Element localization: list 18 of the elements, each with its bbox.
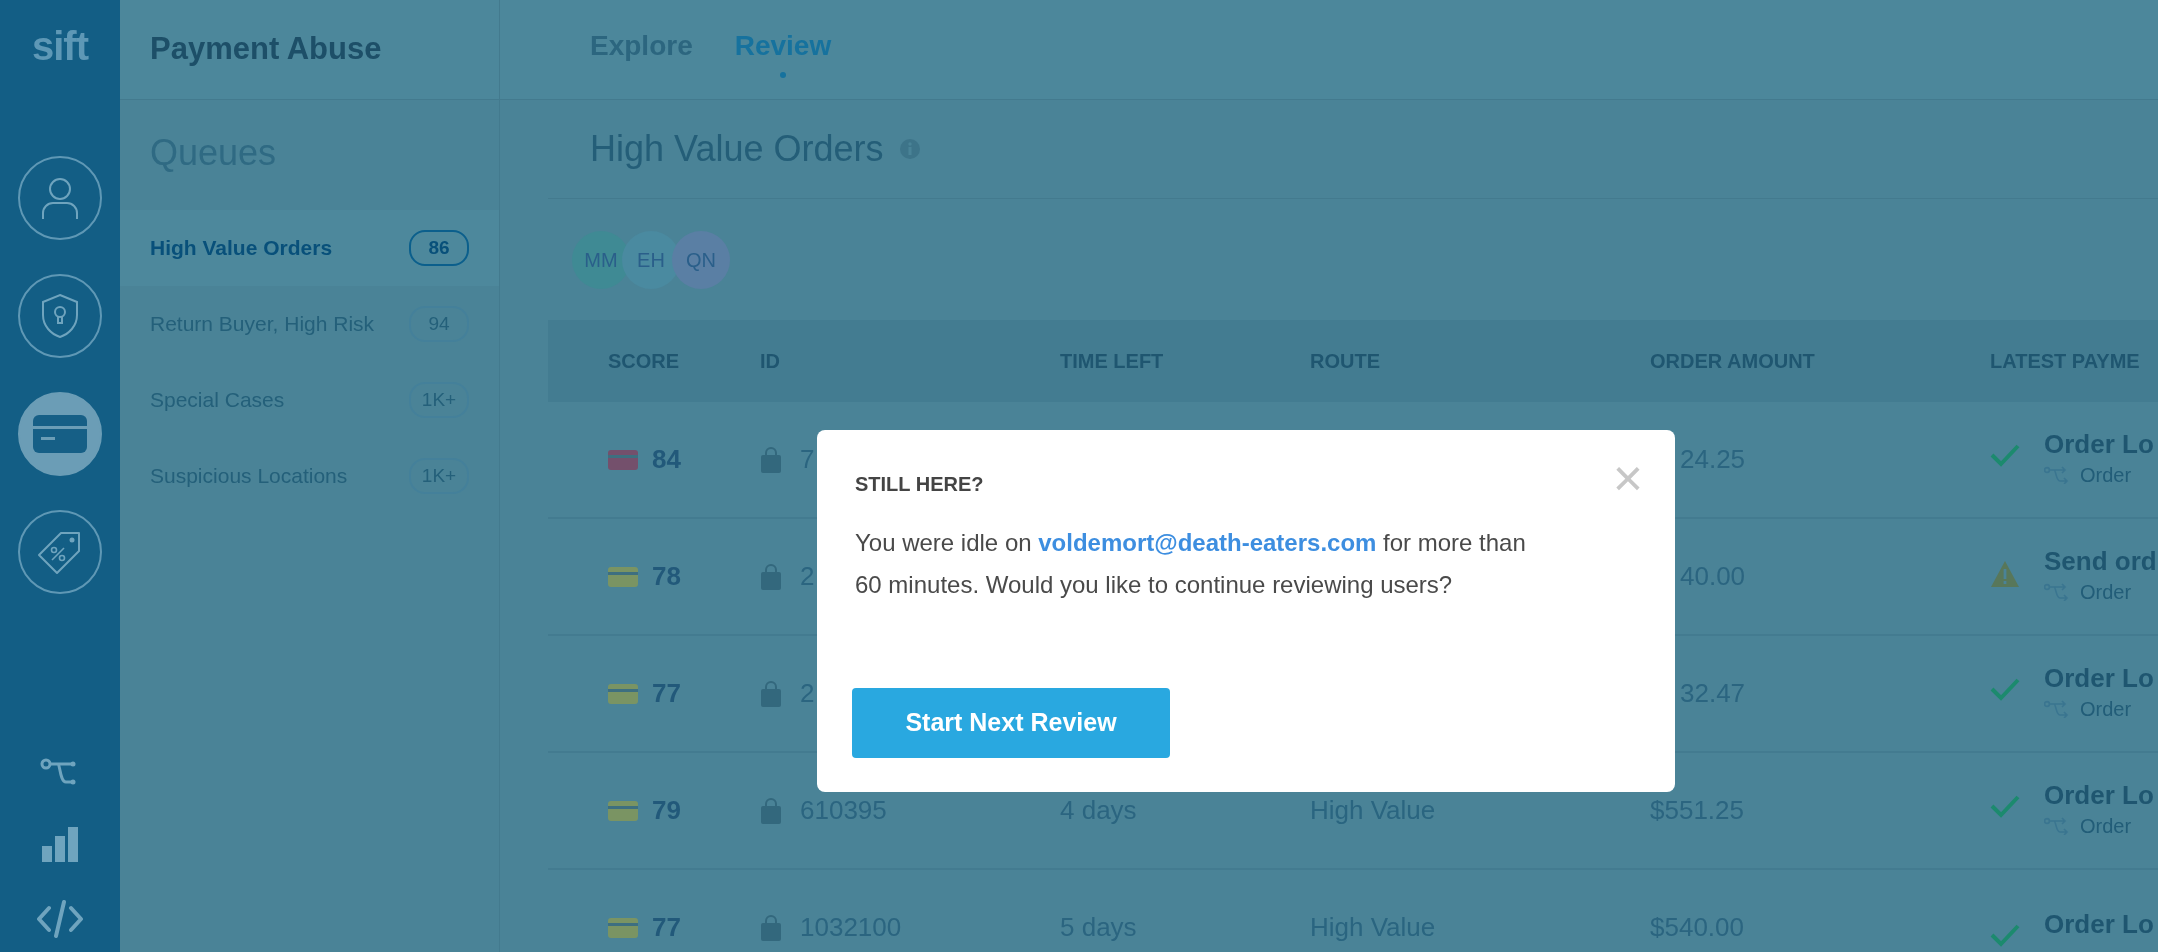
count-badge: 86	[409, 229, 469, 267]
bar-chart-icon[interactable]	[41, 826, 79, 862]
email-link[interactable]: voldemort@death-eaters.com	[1038, 529, 1377, 556]
close-button[interactable]: ×	[1612, 452, 1643, 504]
shield-icon	[40, 293, 80, 339]
credit-card-icon	[32, 414, 88, 454]
dialog-title: STILL HERE?	[855, 472, 984, 496]
nav-button[interactable]	[18, 274, 102, 358]
nav-button[interactable]	[18, 156, 102, 240]
code-icon[interactable]	[37, 900, 83, 938]
start-review-button[interactable]: Start Next Review	[852, 688, 1170, 758]
logo: sift	[32, 26, 88, 70]
user-icon	[40, 176, 80, 220]
idle-message: You were idle on voldemort@death-eaters.com for more than 60 minutes. Would you like to continue reviewing users?	[855, 528, 1527, 600]
nav-button[interactable]	[18, 510, 102, 594]
queue-item[interactable]: High Value Orders 86	[120, 210, 499, 286]
queue-label: High Value Orders	[150, 235, 333, 262]
product-title: Payment Abuse	[120, 0, 499, 100]
